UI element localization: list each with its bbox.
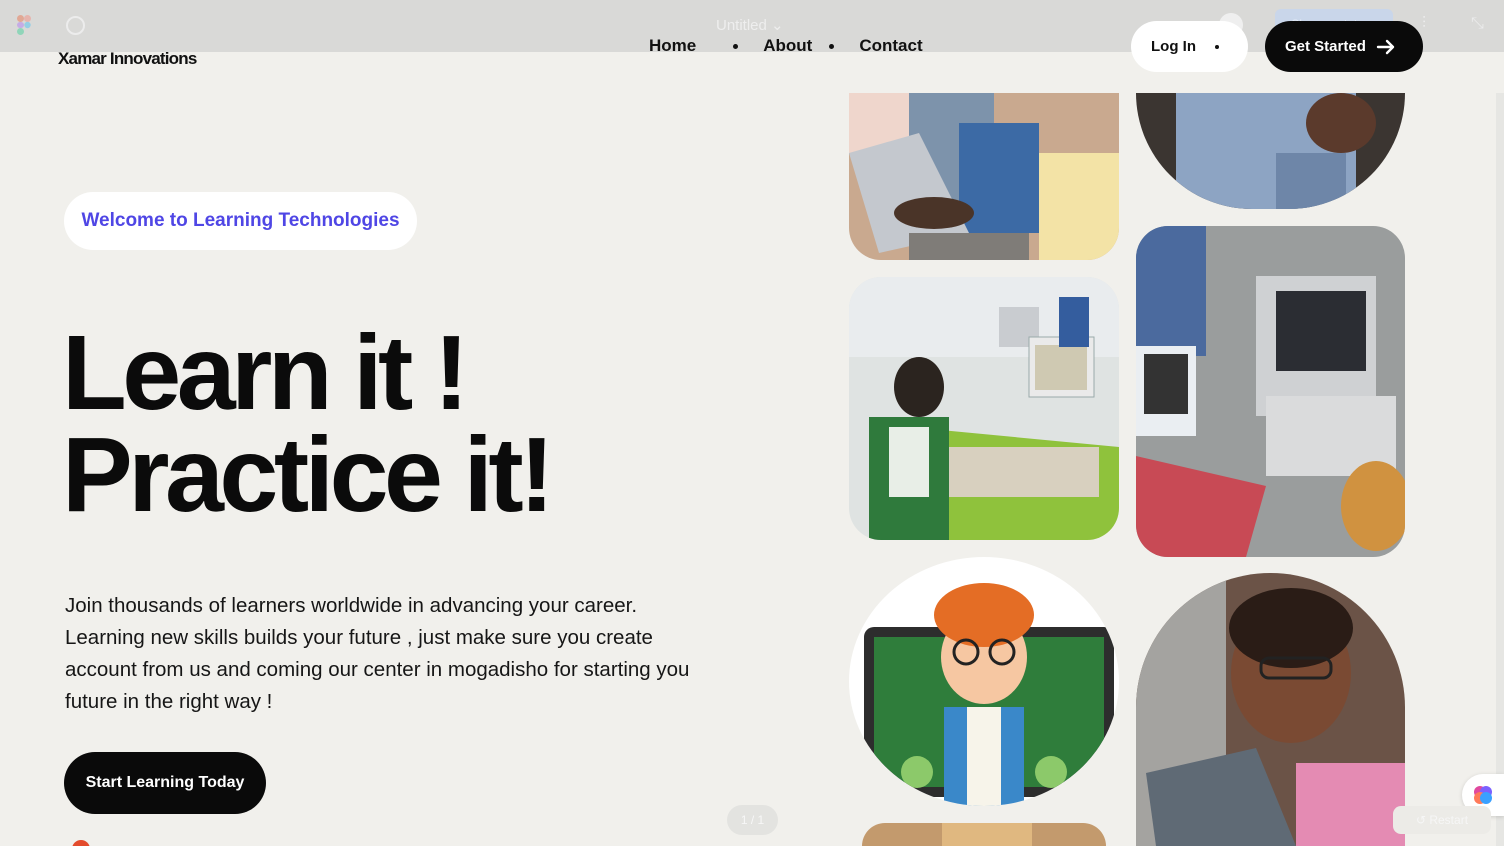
- headline-line-1: Learn it !: [62, 314, 469, 432]
- file-title[interactable]: Untitled ⌄: [716, 16, 784, 34]
- cartoon-scientist-boy-illustration: [849, 557, 1119, 806]
- main-nav: Home About Contact: [649, 36, 923, 56]
- restart-label: Restart: [1429, 813, 1469, 827]
- get-started-label: Get Started: [1285, 38, 1366, 55]
- login-dot: [1215, 44, 1219, 49]
- nav-about[interactable]: About: [763, 36, 812, 56]
- prototype-pager: 1 / 1: [727, 805, 778, 835]
- settings-sliders-icon[interactable]: ⫶: [1422, 15, 1426, 33]
- student-laptop-photo: [849, 93, 1119, 260]
- get-started-button[interactable]: Get Started: [1265, 21, 1423, 72]
- comment-icon[interactable]: [66, 16, 85, 35]
- nav-home[interactable]: Home: [649, 36, 696, 56]
- computer-lab-photo: [849, 277, 1119, 540]
- hero-headline: Learn it ! Practice it!: [62, 320, 555, 528]
- login-label: Log In: [1151, 38, 1196, 55]
- figma-logo-icon: [17, 15, 31, 35]
- brand-logo[interactable]: Xamar Innovations: [58, 49, 197, 69]
- nav-contact[interactable]: Contact: [859, 36, 922, 56]
- headline-line-2: Practice it!: [62, 416, 555, 534]
- page-scrollbar[interactable]: [1496, 93, 1504, 846]
- hero-description: Join thousands of learners worldwide in …: [65, 594, 690, 713]
- tablet-laptop-study-photo: [1136, 226, 1405, 557]
- restart-icon: ↺: [1415, 813, 1430, 827]
- collapse-icon[interactable]: ⤡: [1471, 15, 1484, 33]
- boy-with-tablet-photo: [1136, 573, 1405, 846]
- nav-separator: [733, 43, 739, 49]
- student-smiling-photo: [1136, 93, 1405, 209]
- desk-photo: [862, 823, 1106, 846]
- nav-separator: [829, 43, 835, 49]
- welcome-badge: Welcome to Learning Technologies: [64, 192, 417, 250]
- brain-icon: [1474, 786, 1492, 804]
- arrow-right-icon: [1376, 39, 1395, 54]
- start-learning-button[interactable]: Start Learning Today: [64, 752, 266, 814]
- avatar-peek: [72, 840, 90, 846]
- restart-button[interactable]: ↺ Restart: [1393, 806, 1491, 834]
- login-button[interactable]: Log In: [1131, 21, 1248, 72]
